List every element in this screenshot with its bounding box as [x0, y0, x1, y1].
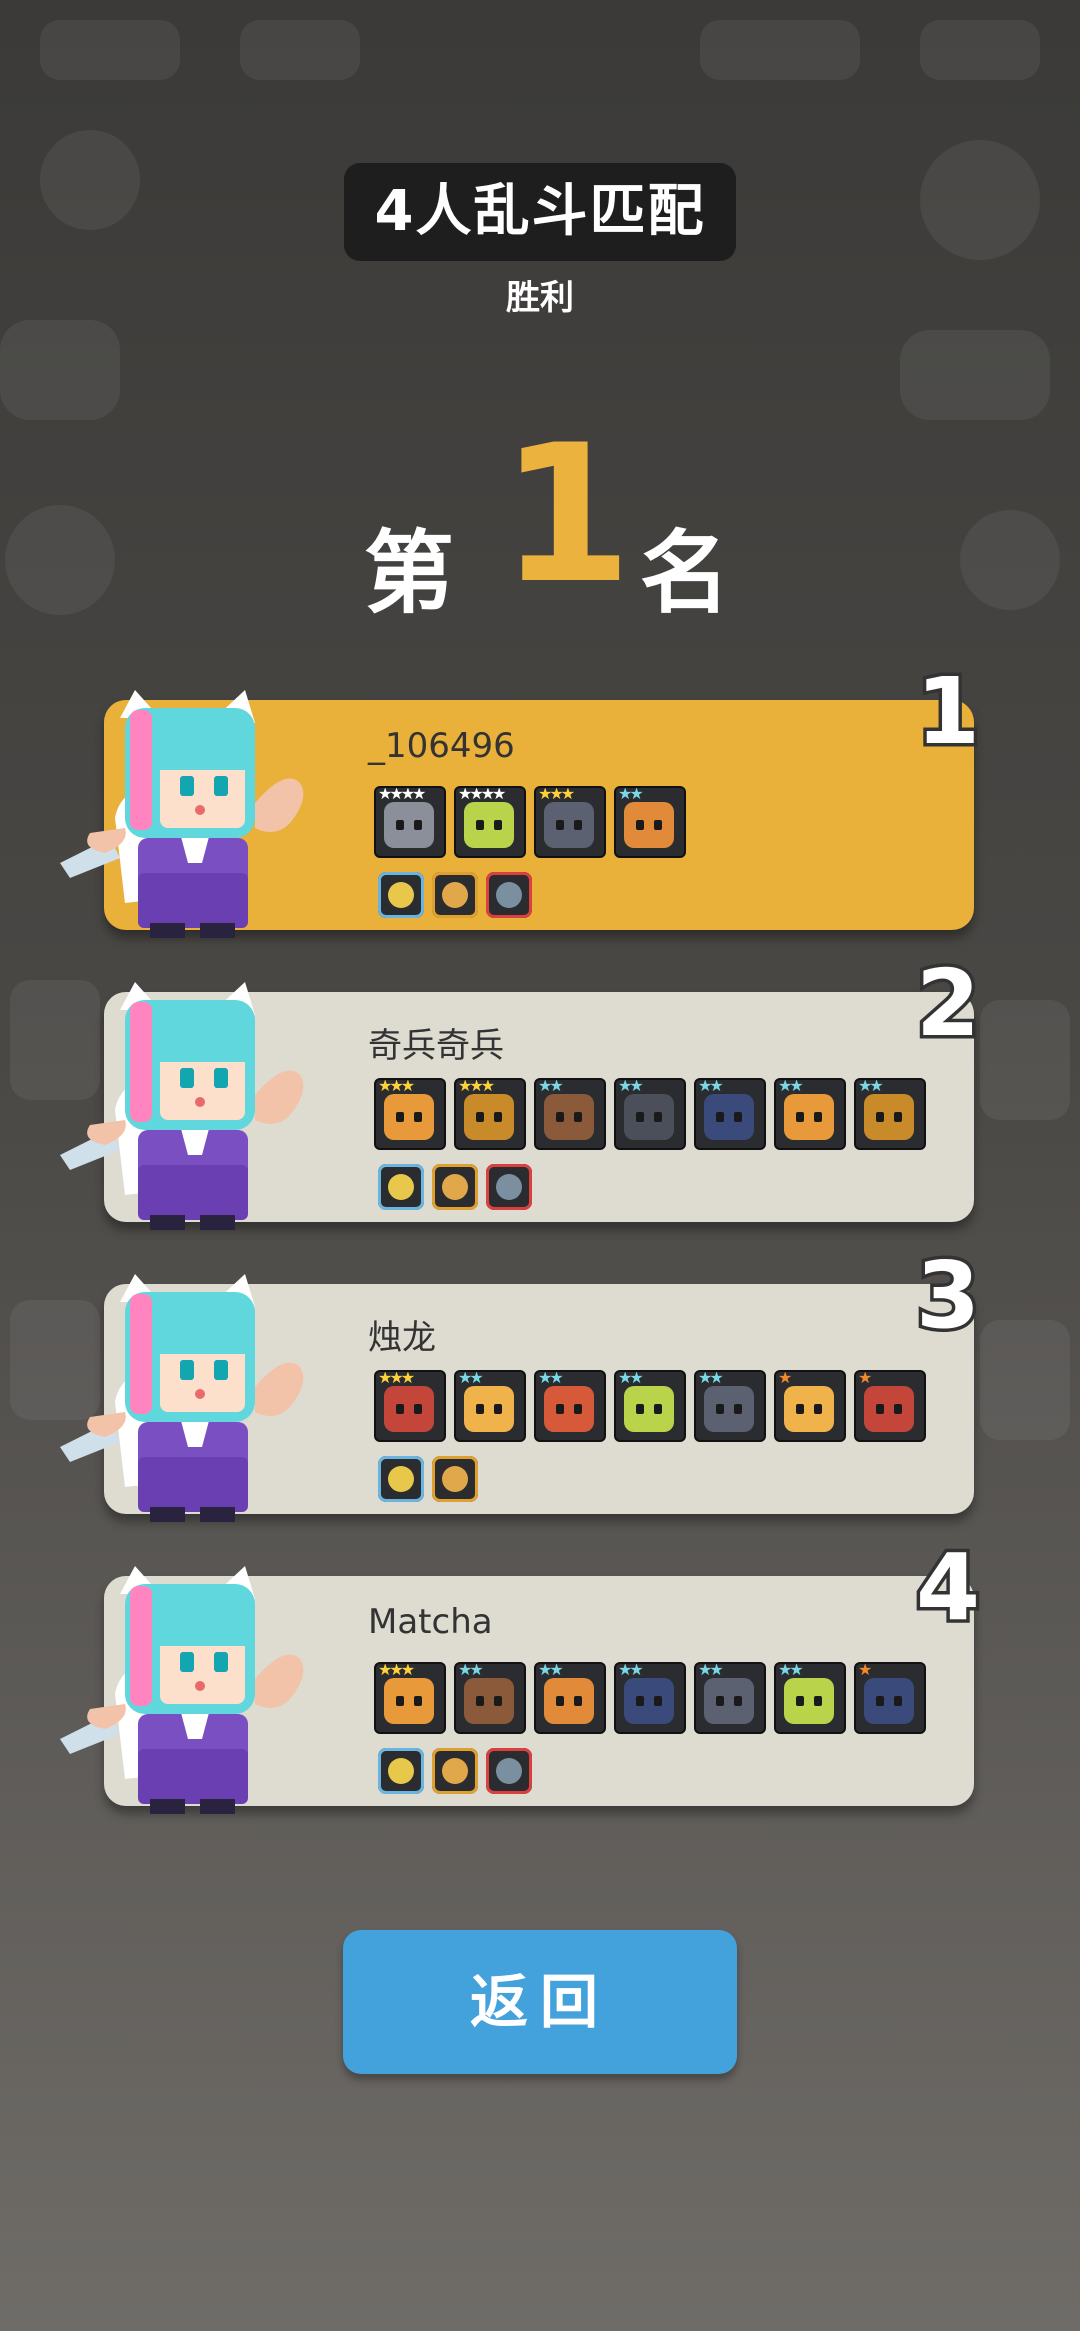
item-row	[378, 1164, 532, 1210]
star-level-icon: ★★	[618, 1078, 644, 1095]
star-level-icon: ★★	[618, 1662, 644, 1679]
rank-badge: 1	[912, 655, 983, 769]
unit-portrait-icon[interactable]: ★★	[534, 1370, 606, 1442]
unit-portrait-icon[interactable]: ★★	[534, 1662, 606, 1734]
mushroom-icon[interactable]	[486, 1748, 532, 1794]
star-level-icon: ★★	[858, 1078, 884, 1095]
unit-portrait-icon[interactable]: ★★	[614, 1370, 686, 1442]
star-level-icon: ★★	[778, 1078, 804, 1095]
star-level-icon: ★★★	[378, 1662, 415, 1679]
star-level-icon: ★	[858, 1370, 872, 1387]
crown-icon[interactable]	[486, 1164, 532, 1210]
star-level-icon: ★★★	[538, 786, 575, 803]
rank-badge: 3	[912, 1239, 983, 1353]
result-label: 胜利	[506, 278, 574, 318]
player-avatar-icon	[60, 1566, 304, 1814]
player-avatar-icon	[60, 982, 304, 1230]
rank-prefix: 第	[364, 521, 454, 626]
unit-portrait-icon[interactable]: ★★★★	[454, 786, 526, 858]
star-level-icon: ★★★	[378, 1370, 415, 1387]
unit-portrait-icon[interactable]: ★	[854, 1370, 926, 1442]
unit-portrait-icon[interactable]: ★★★	[534, 786, 606, 858]
rank-number: 1	[500, 404, 633, 625]
item-row	[378, 872, 532, 918]
player-card[interactable]: 1 _106496 ★★★★ ★★★★ ★★★ ★★	[60, 655, 984, 938]
unit-portrait-icon[interactable]: ★★★	[454, 1078, 526, 1150]
unit-portrait-icon[interactable]: ★★★	[374, 1078, 446, 1150]
bread-icon[interactable]	[432, 1164, 478, 1210]
item-row	[378, 1456, 478, 1502]
star-level-icon: ★★	[538, 1662, 564, 1679]
ghost-icon[interactable]	[378, 1456, 424, 1502]
star-level-icon: ★★	[698, 1078, 724, 1095]
player-name: 奇兵奇兵	[368, 1026, 504, 1066]
snake-icon[interactable]	[378, 1748, 424, 1794]
star-level-icon: ★★	[618, 1370, 644, 1387]
star-level-icon: ★★	[698, 1662, 724, 1679]
player-avatar-icon	[60, 690, 304, 938]
unit-portrait-icon[interactable]: ★★★★	[374, 786, 446, 858]
gold-chest-icon[interactable]	[378, 872, 424, 918]
unit-portrait-icon[interactable]: ★★	[534, 1078, 606, 1150]
star-level-icon: ★★★★	[378, 786, 426, 803]
gold-chest-icon[interactable]	[432, 872, 478, 918]
unit-portrait-icon[interactable]: ★★	[694, 1370, 766, 1442]
player-card[interactable]: 4 Matcha ★★★ ★★ ★★ ★★ ★★ ★★ ★	[60, 1531, 984, 1814]
unit-portrait-icon[interactable]: ★★★	[374, 1662, 446, 1734]
star-level-icon: ★★★★	[458, 786, 506, 803]
item-row	[378, 1748, 532, 1794]
unit-lineup: ★★★★★★★★★★★★★	[374, 786, 686, 858]
unit-portrait-icon[interactable]: ★	[774, 1370, 846, 1442]
unit-lineup: ★★★ ★★★ ★★ ★★ ★★ ★★ ★★	[374, 1078, 926, 1150]
unit-portrait-icon[interactable]: ★★	[854, 1078, 926, 1150]
rank-suffix: 名	[640, 521, 730, 626]
star-level-icon: ★★	[458, 1370, 484, 1387]
unit-portrait-icon[interactable]: ★★	[614, 786, 686, 858]
unit-portrait-icon[interactable]: ★★	[774, 1662, 846, 1734]
star-level-icon: ★★	[538, 1078, 564, 1095]
player-name: 烛龙	[368, 1318, 436, 1358]
star-level-icon: ★★	[698, 1370, 724, 1387]
rank-badge: 4	[912, 1531, 983, 1645]
unit-portrait-icon[interactable]: ★★	[614, 1662, 686, 1734]
helmet-icon[interactable]	[432, 1748, 478, 1794]
player-avatar-icon	[60, 1274, 304, 1522]
unit-portrait-icon[interactable]: ★★	[694, 1078, 766, 1150]
unit-portrait-icon[interactable]: ★★	[454, 1662, 526, 1734]
unit-lineup: ★★★ ★★ ★★ ★★ ★★ ★★ ★	[374, 1662, 926, 1734]
unit-portrait-icon[interactable]: ★	[854, 1662, 926, 1734]
star-level-icon: ★	[858, 1662, 872, 1679]
player-name: _106496	[368, 726, 515, 766]
star-level-icon: ★	[778, 1370, 792, 1387]
gold-nuggets-icon[interactable]	[432, 1456, 478, 1502]
back-button[interactable]: 返回	[343, 1930, 737, 2074]
unit-portrait-icon[interactable]: ★★★	[374, 1370, 446, 1442]
star-level-icon: ★★★	[378, 1078, 415, 1095]
player-card[interactable]: 2 奇兵奇兵 ★★★ ★★★ ★★ ★★ ★★ ★★ ★★	[60, 947, 984, 1230]
player-name: Matcha	[368, 1602, 493, 1642]
star-level-icon: ★★	[538, 1370, 564, 1387]
unit-portrait-icon[interactable]: ★★	[774, 1078, 846, 1150]
star-level-icon: ★★	[778, 1662, 804, 1679]
unit-lineup: ★★★★★★★★★★★★★	[374, 1370, 926, 1442]
unit-portrait-icon[interactable]: ★★	[614, 1078, 686, 1150]
mode-title: 4人乱斗匹配	[344, 163, 736, 261]
unit-portrait-icon[interactable]: ★★	[694, 1662, 766, 1734]
star-level-icon: ★★	[458, 1662, 484, 1679]
helmet-icon[interactable]	[378, 1164, 424, 1210]
star-level-icon: ★★	[618, 786, 644, 803]
unit-portrait-icon[interactable]: ★★	[454, 1370, 526, 1442]
player-card[interactable]: 3 烛龙 ★★★ ★★ ★★ ★★ ★★ ★ ★	[60, 1239, 984, 1522]
star-level-icon: ★★★	[458, 1078, 495, 1095]
spiked-shield-icon[interactable]	[486, 872, 532, 918]
rank-badge: 2	[912, 947, 983, 1061]
